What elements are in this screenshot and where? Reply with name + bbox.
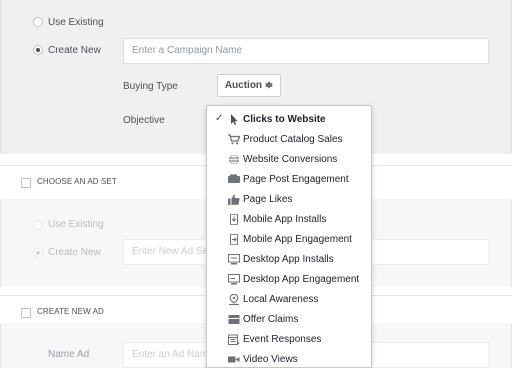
objective-option-desktop-app-engagement[interactable]: Desktop App Engagement [207,270,371,290]
objective-option-page-post-engagement[interactable]: Page Post Engagement [207,170,371,190]
objective-option-label: Video Views [243,354,298,365]
objective-option-label: Clicks to Website [243,114,326,125]
objective-option-label: Mobile App Installs [243,214,327,225]
thumbs-up-icon [228,194,240,205]
mobile-install-icon [230,214,238,225]
cart-icon [228,134,240,145]
objective-option-clicks-to-website[interactable]: ✓ Clicks to Website [207,110,371,130]
campaign-create-new-radio[interactable] [33,45,43,55]
objective-option-page-likes[interactable]: Page Likes [207,190,371,210]
objective-option-video-views[interactable]: Video Views [207,350,371,367]
objective-option-mobile-app-engagement[interactable]: Mobile App Engagement [207,230,371,250]
objective-option-label: Offer Claims [243,314,299,325]
calendar-icon [228,334,240,345]
objective-option-label: Event Responses [243,334,322,345]
objective-option-label: Desktop App Installs [243,254,334,265]
objective-option-offer-claims[interactable]: Offer Claims [207,310,371,330]
campaign-use-existing-label[interactable]: Use Existing [48,17,104,28]
objective-option-local-awareness[interactable]: Local Awareness [207,290,371,310]
adset-use-existing-label[interactable]: Use Existing [48,219,104,230]
desktop-install-icon [228,254,240,265]
objective-option-desktop-app-installs[interactable]: Desktop App Installs [207,250,371,270]
objective-option-label: Desktop App Engagement [243,274,360,285]
globe-icon [229,154,239,165]
cursor-icon [231,114,238,125]
objective-option-mobile-app-installs[interactable]: Mobile App Installs [207,210,371,230]
video-camera-icon [228,356,240,363]
choose-ad-set-title: CHOOSE AN AD SET [37,177,117,186]
ad-name-label: Name Ad [48,349,90,360]
campaign-use-existing-radio[interactable] [33,17,43,27]
location-pin-icon [229,294,239,305]
selected-check-icon: ✓ [215,113,224,124]
campaign-name-input[interactable]: Enter a Campaign Name [123,38,489,64]
objective-option-label: Page Likes [243,194,293,205]
adset-use-existing-radio[interactable] [33,220,43,230]
buying-type-label: Buying Type [123,81,178,92]
objective-option-label: Product Catalog Sales [243,134,343,145]
campaign-create-new-label[interactable]: Create New [48,45,101,56]
objective-label: Objective [123,115,165,126]
objective-option-product-catalog-sales[interactable]: Product Catalog Sales [207,130,371,150]
objective-dropdown-menu: ✓ Clicks to Website Product Catalog Sale… [206,105,372,368]
buying-type-select[interactable]: Auction ≑ [217,74,281,97]
objective-option-label: Mobile App Engagement [243,234,352,245]
objective-option-event-responses[interactable]: Event Responses [207,330,371,350]
desktop-engage-icon [228,274,240,285]
mobile-engage-icon [230,234,238,245]
adset-create-new-label[interactable]: Create New [48,247,101,258]
objective-option-label: Local Awareness [243,294,319,305]
objective-option-label: Website Conversions [243,154,338,165]
objective-option-website-conversions[interactable]: Website Conversions [207,150,371,170]
choose-ad-set-checkbox[interactable] [21,178,31,188]
create-new-ad-checkbox[interactable] [21,308,31,318]
objective-option-label: Page Post Engagement [243,174,349,185]
post-icon [228,174,240,183]
offer-icon [228,315,240,324]
adset-create-new-radio[interactable] [33,248,43,258]
create-new-ad-title: CREATE NEW AD [37,307,104,316]
